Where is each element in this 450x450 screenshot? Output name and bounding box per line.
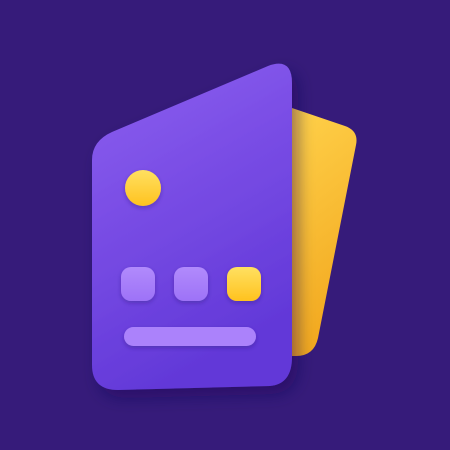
yellow-circle-icon [125,170,161,206]
purple-dot-icon [121,267,155,301]
back-card-icon [292,108,357,356]
app-icon-canvas [0,0,450,450]
cards-app-icon [92,63,357,390]
purple-bar-icon [124,327,256,346]
purple-dot-icon [174,267,208,301]
yellow-dot-icon [227,267,261,301]
